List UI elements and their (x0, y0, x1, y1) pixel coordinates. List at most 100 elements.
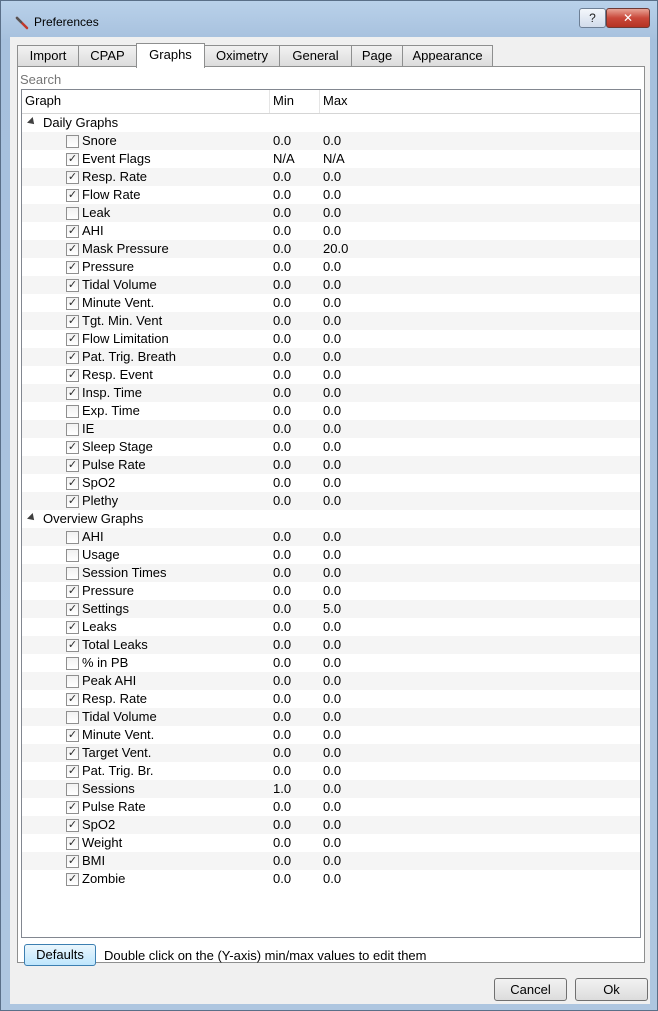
tree-row[interactable]: Usage 0.0 0.0 (22, 546, 640, 564)
graph-visible-checkbox[interactable] (66, 207, 79, 220)
tree-row[interactable]: ✓ Pulse Rate 0.0 0.0 (22, 456, 640, 474)
max-value[interactable]: 0.0 (323, 330, 341, 348)
tree-row[interactable]: ✓ Leaks 0.0 0.0 (22, 618, 640, 636)
tree-row[interactable]: ✓ Target Vent. 0.0 0.0 (22, 744, 640, 762)
max-value[interactable]: 0.0 (323, 204, 341, 222)
min-value[interactable]: 0.0 (273, 312, 291, 330)
min-value[interactable]: 0.0 (273, 564, 291, 582)
tree-row[interactable]: Leak 0.0 0.0 (22, 204, 640, 222)
tree-row[interactable]: ✓ Pressure 0.0 0.0 (22, 582, 640, 600)
tab-appearance[interactable]: Appearance (402, 45, 493, 66)
max-value[interactable]: 0.0 (323, 456, 341, 474)
tree-row[interactable]: % in PB 0.0 0.0 (22, 654, 640, 672)
graph-visible-checkbox[interactable]: ✓ (66, 603, 79, 616)
max-value[interactable]: 20.0 (323, 240, 348, 258)
tree-row[interactable]: ✓ AHI 0.0 0.0 (22, 222, 640, 240)
cancel-button[interactable]: Cancel (494, 978, 567, 1001)
graph-visible-checkbox[interactable]: ✓ (66, 189, 79, 202)
graph-visible-checkbox[interactable]: ✓ (66, 693, 79, 706)
graph-visible-checkbox[interactable] (66, 405, 79, 418)
tab-import[interactable]: Import (17, 45, 79, 66)
tree-row[interactable]: ✓ SpO2 0.0 0.0 (22, 474, 640, 492)
tab-cpap[interactable]: CPAP (78, 45, 137, 66)
tree-row[interactable]: ✓ Minute Vent. 0.0 0.0 (22, 726, 640, 744)
graph-visible-checkbox[interactable]: ✓ (66, 801, 79, 814)
graph-visible-checkbox[interactable]: ✓ (66, 585, 79, 598)
max-value[interactable]: 0.0 (323, 582, 341, 600)
max-value[interactable]: 0.0 (323, 438, 341, 456)
tree-row[interactable]: ✓ Event Flags N/A N/A (22, 150, 640, 168)
tree-row[interactable]: ✓ Flow Rate 0.0 0.0 (22, 186, 640, 204)
close-button[interactable]: ✕ (606, 8, 650, 28)
graph-visible-checkbox[interactable] (66, 135, 79, 148)
max-value[interactable]: 5.0 (323, 600, 341, 618)
min-value[interactable]: 0.0 (273, 474, 291, 492)
tree-row[interactable]: ✓ Pressure 0.0 0.0 (22, 258, 640, 276)
min-value[interactable]: 0.0 (273, 528, 291, 546)
graph-visible-checkbox[interactable] (66, 423, 79, 436)
min-value[interactable]: 0.0 (273, 420, 291, 438)
tree-row[interactable]: ✓ Settings 0.0 5.0 (22, 600, 640, 618)
max-value[interactable]: 0.0 (323, 366, 341, 384)
graph-visible-checkbox[interactable]: ✓ (66, 621, 79, 634)
max-value[interactable]: 0.0 (323, 492, 341, 510)
max-value[interactable]: 0.0 (323, 744, 341, 762)
graph-visible-checkbox[interactable]: ✓ (66, 369, 79, 382)
max-value[interactable]: 0.0 (323, 816, 341, 834)
tree-row[interactable]: ✓ Plethy 0.0 0.0 (22, 492, 640, 510)
tab-general[interactable]: General (279, 45, 352, 66)
max-value[interactable]: 0.0 (323, 294, 341, 312)
tree-row[interactable]: ✓ Resp. Rate 0.0 0.0 (22, 690, 640, 708)
max-value[interactable]: 0.0 (323, 402, 341, 420)
tree-row[interactable]: ✓ BMI 0.0 0.0 (22, 852, 640, 870)
max-value[interactable]: 0.0 (323, 654, 341, 672)
tab-oximetry[interactable]: Oximetry (204, 45, 280, 66)
graph-visible-checkbox[interactable] (66, 711, 79, 724)
graph-visible-checkbox[interactable]: ✓ (66, 387, 79, 400)
min-value[interactable]: 0.0 (273, 294, 291, 312)
expand-arrow-icon[interactable] (27, 117, 37, 127)
graph-visible-checkbox[interactable]: ✓ (66, 639, 79, 652)
max-value[interactable]: 0.0 (323, 780, 341, 798)
tree-row[interactable]: Sessions 1.0 0.0 (22, 780, 640, 798)
graph-visible-checkbox[interactable]: ✓ (66, 873, 79, 886)
graph-visible-checkbox[interactable]: ✓ (66, 243, 79, 256)
graph-visible-checkbox[interactable]: ✓ (66, 747, 79, 760)
tree-row[interactable]: ✓ Zombie 0.0 0.0 (22, 870, 640, 888)
min-value[interactable]: 0.0 (273, 798, 291, 816)
min-value[interactable]: 0.0 (273, 132, 291, 150)
graph-visible-checkbox[interactable]: ✓ (66, 333, 79, 346)
tree-row[interactable]: ✓ Tidal Volume 0.0 0.0 (22, 276, 640, 294)
min-value[interactable]: 0.0 (273, 168, 291, 186)
max-value[interactable]: 0.0 (323, 348, 341, 366)
min-value[interactable]: 0.0 (273, 402, 291, 420)
min-value[interactable]: 0.0 (273, 330, 291, 348)
min-value[interactable]: 0.0 (273, 654, 291, 672)
min-value[interactable]: 0.0 (273, 744, 291, 762)
column-header-graph[interactable]: Graph (22, 90, 270, 113)
graph-visible-checkbox[interactable]: ✓ (66, 351, 79, 364)
max-value[interactable]: 0.0 (323, 528, 341, 546)
min-value[interactable]: 0.0 (273, 618, 291, 636)
tree-row[interactable]: ✓ Weight 0.0 0.0 (22, 834, 640, 852)
tree-row[interactable]: IE 0.0 0.0 (22, 420, 640, 438)
tree-row[interactable]: ✓ Resp. Rate 0.0 0.0 (22, 168, 640, 186)
max-value[interactable]: 0.0 (323, 690, 341, 708)
graph-visible-checkbox[interactable]: ✓ (66, 225, 79, 238)
graph-visible-checkbox[interactable] (66, 549, 79, 562)
graph-visible-checkbox[interactable]: ✓ (66, 315, 79, 328)
max-value[interactable]: 0.0 (323, 762, 341, 780)
max-value[interactable]: 0.0 (323, 726, 341, 744)
max-value[interactable]: 0.0 (323, 798, 341, 816)
tree-row[interactable]: ✓ Pat. Trig. Breath 0.0 0.0 (22, 348, 640, 366)
tree-group[interactable]: Overview Graphs (22, 510, 640, 528)
max-value[interactable]: 0.0 (323, 618, 341, 636)
min-value[interactable]: 0.0 (273, 204, 291, 222)
min-value[interactable]: 0.0 (273, 276, 291, 294)
search-input[interactable] (20, 69, 642, 89)
min-value[interactable]: 0.0 (273, 186, 291, 204)
max-value[interactable]: 0.0 (323, 636, 341, 654)
tree-row[interactable]: ✓ Minute Vent. 0.0 0.0 (22, 294, 640, 312)
tree-row[interactable]: ✓ Total Leaks 0.0 0.0 (22, 636, 640, 654)
graph-visible-checkbox[interactable]: ✓ (66, 819, 79, 832)
